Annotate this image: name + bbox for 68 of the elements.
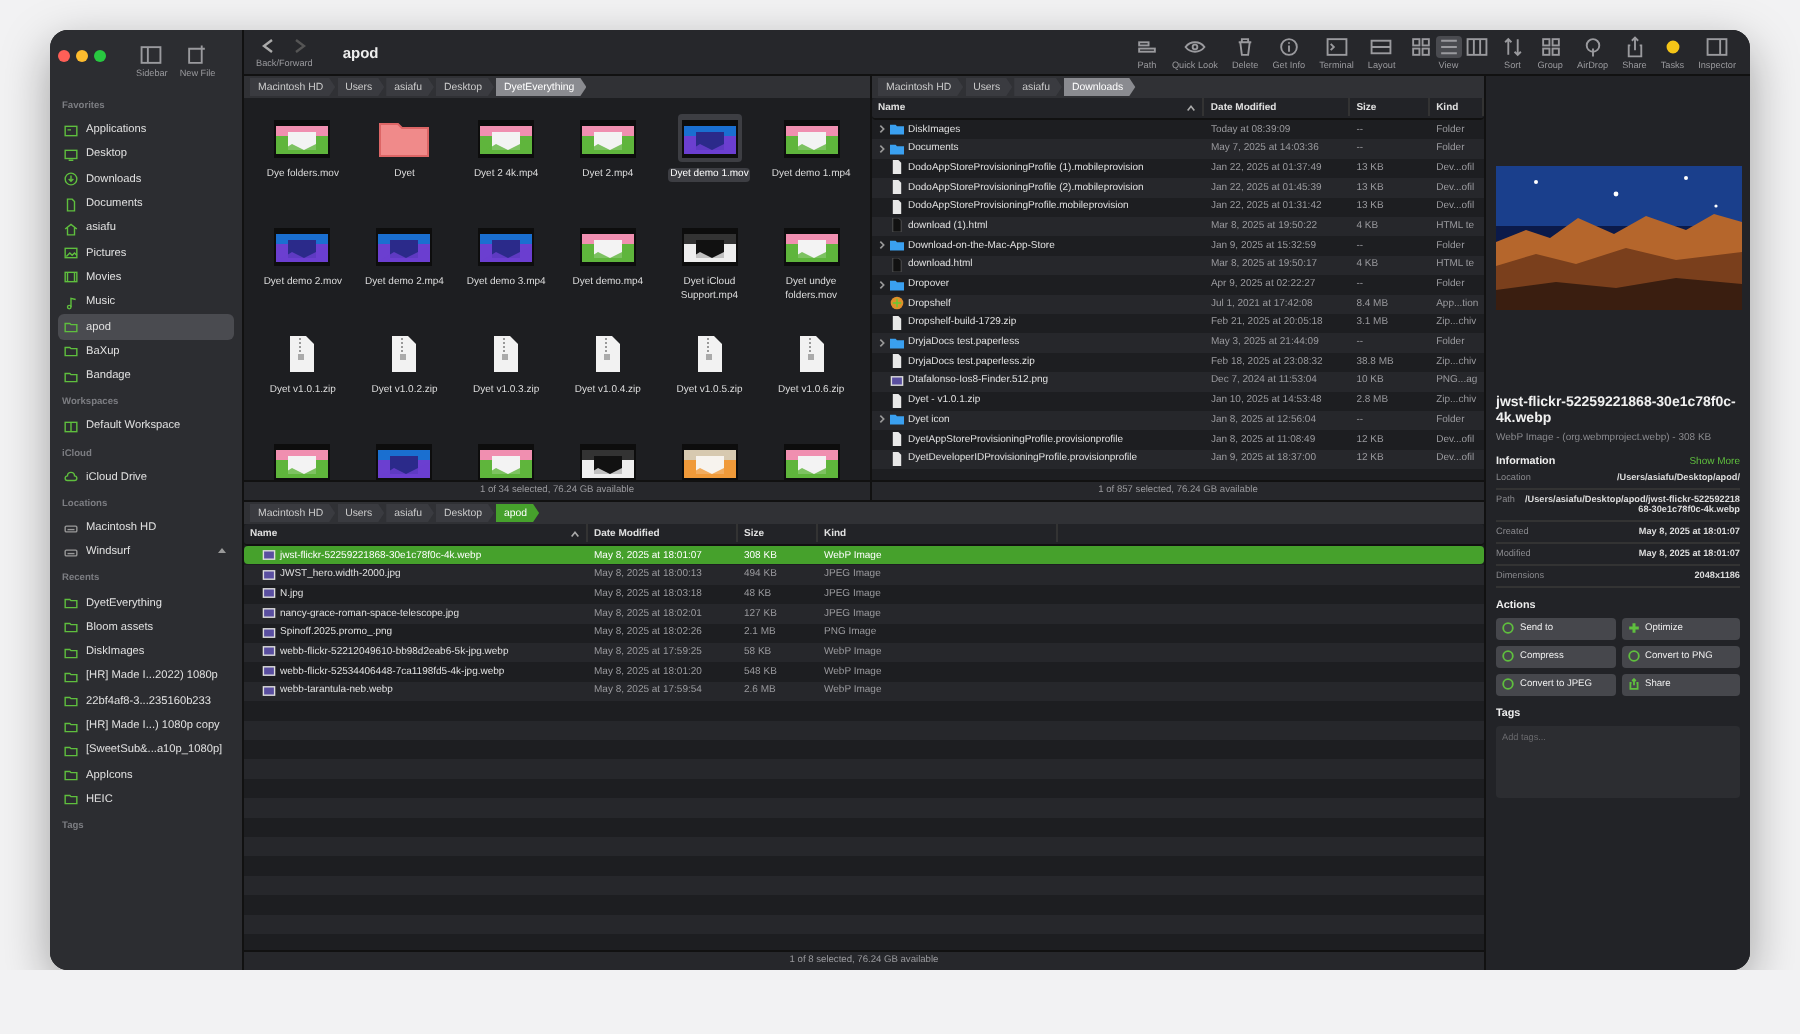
drive-icon [64,521,78,535]
back-icon [262,37,275,53]
new-file-icon [186,44,209,66]
grid-icon [1409,35,1432,57]
dot-icon [1661,35,1684,57]
info-icon [1277,35,1300,57]
zip-file-icon [288,334,317,374]
house-icon [64,221,78,236]
document-icon [890,354,904,369]
thumbnail-frame[interactable] [372,438,437,480]
thumbnail-frame[interactable] [677,438,742,480]
thumbnail-frame[interactable] [779,438,844,480]
inspector-icon [1706,35,1729,57]
disclosure-icon [878,337,886,348]
folder-icon [890,412,904,427]
layout-icon [1370,35,1393,57]
folder-icon [890,335,904,350]
share-icon [1627,678,1639,690]
columns-icon [1465,35,1488,57]
zip-file-icon [797,334,826,374]
thumbnail-frame[interactable] [270,438,335,480]
document-icon [64,197,78,212]
book-icon [64,419,78,434]
zip-file-icon [695,334,724,374]
music-note-icon [64,295,78,310]
sidebar-icon [140,44,163,66]
sort-icon [1501,35,1524,57]
folder-icon [890,277,904,292]
cloud-icon [64,470,78,485]
disclosure-icon [878,414,886,425]
share-icon [1623,35,1646,57]
monitor-icon [64,147,78,162]
zip-file-icon [492,334,521,374]
eye-icon [1183,35,1206,57]
view-mode-button[interactable] [1435,35,1462,57]
list-icon [1437,35,1460,57]
view-mode-button[interactable] [1463,35,1490,57]
plus-icon [1627,622,1639,634]
image-icon [890,373,904,388]
disclosure-icon [878,240,886,251]
zip-file-icon [593,334,622,374]
circle-icon [1502,650,1514,662]
grid-icon [1539,35,1562,57]
trash-icon [1234,35,1257,57]
path-icon [1135,35,1158,57]
thumbnail-frame[interactable] [575,438,640,480]
terminal-icon [1325,35,1348,57]
download-icon [64,172,78,187]
airdrop-icon [1581,35,1604,57]
image-icon [64,246,78,261]
circle-icon [1502,678,1514,690]
circle-icon [1627,650,1639,662]
view-mode-button[interactable] [1407,35,1434,57]
disclosure-icon [878,279,886,290]
folder-icon [378,118,431,158]
document-icon [890,257,904,272]
document-icon [890,315,904,330]
chevron-up-icon [1186,103,1197,112]
forward-icon [294,37,307,53]
thumbnail-frame[interactable] [474,438,539,480]
chevron-up-icon [570,529,580,538]
app-icon [890,296,904,311]
zip-file-icon [390,334,419,374]
window-icon [64,123,78,138]
document-icon [890,393,904,408]
film-icon [64,270,78,285]
folder-icon [890,238,904,253]
drive-icon [64,545,78,560]
